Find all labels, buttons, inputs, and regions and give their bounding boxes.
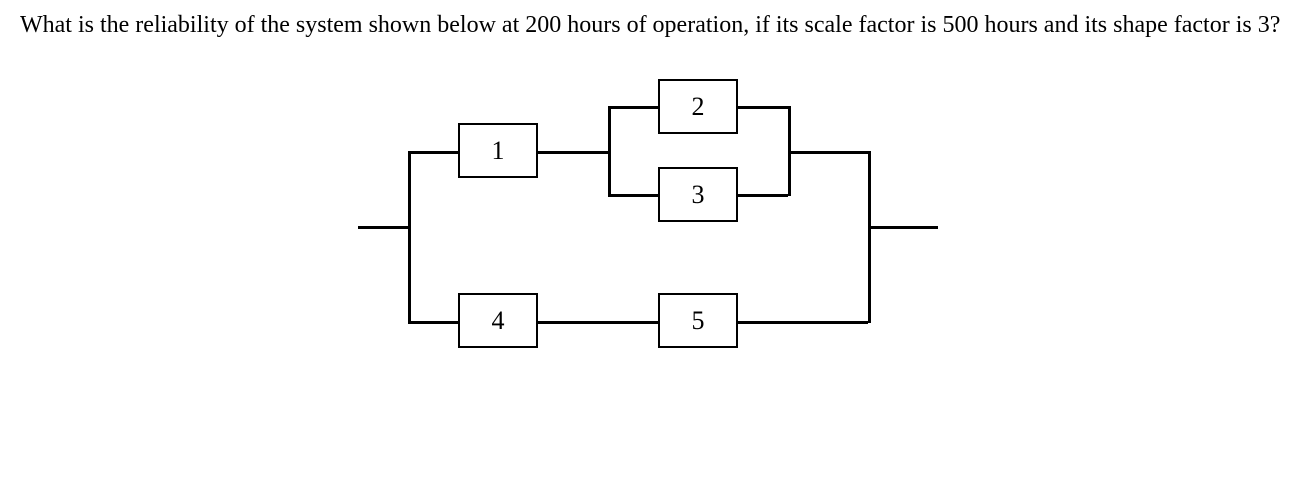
wire-exit — [868, 226, 938, 229]
wire-top-a — [408, 151, 458, 154]
wire-right-join — [868, 151, 871, 323]
question-text: What is the reliability of the system sh… — [20, 10, 1296, 41]
block-4: 4 — [458, 293, 538, 348]
block-4-label: 4 — [492, 306, 505, 336]
wire-from-2 — [738, 106, 788, 109]
block-3-label: 3 — [692, 180, 705, 210]
wire-to-2 — [608, 106, 658, 109]
wire-from-3 — [738, 194, 788, 197]
wire-bottom-c — [738, 321, 868, 324]
reliability-block-diagram: 1 2 3 4 5 — [358, 71, 958, 371]
block-1-label: 1 — [492, 136, 505, 166]
wire-top-b — [538, 151, 608, 154]
wire-23-left-split — [608, 106, 611, 196]
block-5: 5 — [658, 293, 738, 348]
wire-top-c — [788, 151, 868, 154]
wire-bottom-a — [408, 321, 458, 324]
block-5-label: 5 — [692, 306, 705, 336]
block-2-label: 2 — [692, 92, 705, 122]
block-1: 1 — [458, 123, 538, 178]
wire-to-3 — [608, 194, 658, 197]
block-2: 2 — [658, 79, 738, 134]
wire-bottom-b — [538, 321, 658, 324]
block-3: 3 — [658, 167, 738, 222]
wire-left-split — [408, 151, 411, 323]
wire-entry — [358, 226, 408, 229]
